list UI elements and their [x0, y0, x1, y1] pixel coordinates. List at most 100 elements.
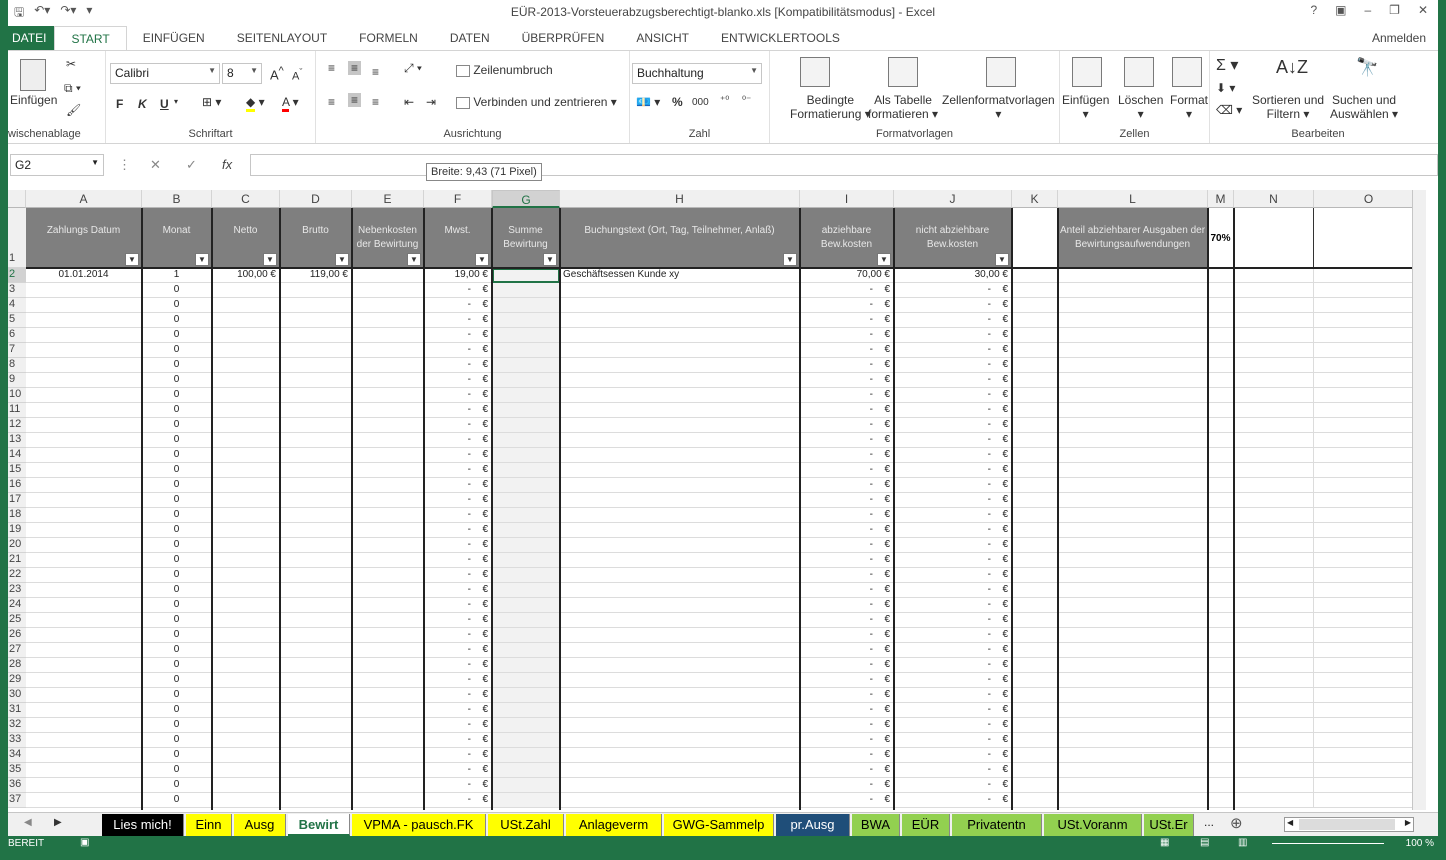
sort-filter-icon[interactable]: A↓Z	[1276, 57, 1308, 78]
cell-h24[interactable]	[560, 598, 800, 613]
cell-b18[interactable]: 0	[142, 508, 212, 523]
cell-l27[interactable]	[1058, 643, 1208, 658]
cell-l15[interactable]	[1058, 463, 1208, 478]
cell-l2[interactable]	[1058, 268, 1208, 283]
cell-a3[interactable]	[26, 283, 142, 298]
cell-c11[interactable]	[212, 403, 280, 418]
cell-j13[interactable]: - €	[894, 433, 1012, 448]
cell-a19[interactable]	[26, 523, 142, 538]
cell-j27[interactable]: - €	[894, 643, 1012, 658]
cell-b15[interactable]: 0	[142, 463, 212, 478]
cell-k5[interactable]	[1012, 313, 1058, 328]
cell-o10[interactable]	[1314, 388, 1424, 403]
cell-o5[interactable]	[1314, 313, 1424, 328]
cell-o11[interactable]	[1314, 403, 1424, 418]
cell-h16[interactable]	[560, 478, 800, 493]
cell-b5[interactable]: 0	[142, 313, 212, 328]
row-header[interactable]: 10	[8, 388, 26, 403]
cell-h26[interactable]	[560, 628, 800, 643]
cell-i4[interactable]: - €	[800, 298, 894, 313]
column-header-e[interactable]: E	[352, 190, 424, 208]
cell-a14[interactable]	[26, 448, 142, 463]
paste-icon[interactable]	[20, 59, 46, 91]
cell-k31[interactable]	[1012, 703, 1058, 718]
cell-o6[interactable]	[1314, 328, 1424, 343]
column-header-f[interactable]: F	[424, 190, 492, 208]
cell-e23[interactable]	[352, 583, 424, 598]
cell-a23[interactable]	[26, 583, 142, 598]
cell-d5[interactable]	[280, 313, 352, 328]
cell-k14[interactable]	[1012, 448, 1058, 463]
cell-e31[interactable]	[352, 703, 424, 718]
cell-l32[interactable]	[1058, 718, 1208, 733]
cell-i23[interactable]: - €	[800, 583, 894, 598]
cell-b30[interactable]: 0	[142, 688, 212, 703]
cell-m22[interactable]	[1208, 568, 1234, 583]
cell-g7[interactable]	[492, 343, 560, 358]
cell-o2[interactable]	[1314, 268, 1424, 283]
cell-i24[interactable]: - €	[800, 598, 894, 613]
cell-l9[interactable]	[1058, 373, 1208, 388]
cell-f7[interactable]: - €	[424, 343, 492, 358]
row-header[interactable]: 37	[8, 793, 26, 808]
cell-m12[interactable]	[1208, 418, 1234, 433]
cell-n37[interactable]	[1234, 793, 1314, 808]
cell-n31[interactable]	[1234, 703, 1314, 718]
cell-m31[interactable]	[1208, 703, 1234, 718]
row-header[interactable]: 32	[8, 718, 26, 733]
cell-b10[interactable]: 0	[142, 388, 212, 403]
cell-c33[interactable]	[212, 733, 280, 748]
underline-button[interactable]: U	[160, 97, 169, 111]
row-header[interactable]: 9	[8, 373, 26, 388]
sheet-tab[interactable]: Lies mich!	[102, 814, 184, 836]
cell-g11[interactable]	[492, 403, 560, 418]
cell-n27[interactable]	[1234, 643, 1314, 658]
align-top-icon[interactable]: ≡	[328, 61, 335, 75]
cell-b27[interactable]: 0	[142, 643, 212, 658]
cell-l3[interactable]	[1058, 283, 1208, 298]
cell-b8[interactable]: 0	[142, 358, 212, 373]
cell-styles-icon[interactable]	[986, 57, 1016, 87]
restore-icon[interactable]: ❐	[1389, 3, 1400, 17]
sheet-tab[interactable]: USt.Er	[1144, 814, 1194, 836]
cell-l10[interactable]	[1058, 388, 1208, 403]
cell-g24[interactable]	[492, 598, 560, 613]
filter-dropdown-icon[interactable]: ▼	[783, 253, 797, 266]
cell-f30[interactable]: - €	[424, 688, 492, 703]
cell-g17[interactable]	[492, 493, 560, 508]
column-header-b[interactable]: B	[142, 190, 212, 208]
cell-n21[interactable]	[1234, 553, 1314, 568]
cell-n7[interactable]	[1234, 343, 1314, 358]
cell-k25[interactable]	[1012, 613, 1058, 628]
font-size-select[interactable]: 8 ▼	[222, 63, 262, 84]
cell-o28[interactable]	[1314, 658, 1424, 673]
cell-f18[interactable]: - €	[424, 508, 492, 523]
cell-e17[interactable]	[352, 493, 424, 508]
cell-d12[interactable]	[280, 418, 352, 433]
cell-m2[interactable]	[1208, 268, 1234, 283]
cell-m37[interactable]	[1208, 793, 1234, 808]
cell-l20[interactable]	[1058, 538, 1208, 553]
cell-d34[interactable]	[280, 748, 352, 763]
header-cell-f[interactable]: Mwst. ▼	[424, 208, 492, 268]
header-cell-g[interactable]: Summe Bewirtung ▼	[492, 208, 560, 268]
cell-b20[interactable]: 0	[142, 538, 212, 553]
cell-n29[interactable]	[1234, 673, 1314, 688]
cell-k36[interactable]	[1012, 778, 1058, 793]
cell-b37[interactable]: 0	[142, 793, 212, 808]
cell-styles-button[interactable]: Zellenformatvorlagen ▾	[942, 93, 1055, 121]
cell-j35[interactable]: - €	[894, 763, 1012, 778]
column-header-g[interactable]: G	[492, 190, 560, 208]
cell-a11[interactable]	[26, 403, 142, 418]
cell-m19[interactable]	[1208, 523, 1234, 538]
cell-n8[interactable]	[1234, 358, 1314, 373]
tab-überprüfen[interactable]: ÜBERPRÜFEN	[506, 26, 621, 50]
cell-o27[interactable]	[1314, 643, 1424, 658]
cell-o16[interactable]	[1314, 478, 1424, 493]
cell-e11[interactable]	[352, 403, 424, 418]
cell-n36[interactable]	[1234, 778, 1314, 793]
row-header[interactable]: 21	[8, 553, 26, 568]
cell-d2[interactable]: 119,00 €	[280, 268, 352, 283]
header-cell-a[interactable]: Zahlungs Datum ▼	[26, 208, 142, 268]
cell-f16[interactable]: - €	[424, 478, 492, 493]
